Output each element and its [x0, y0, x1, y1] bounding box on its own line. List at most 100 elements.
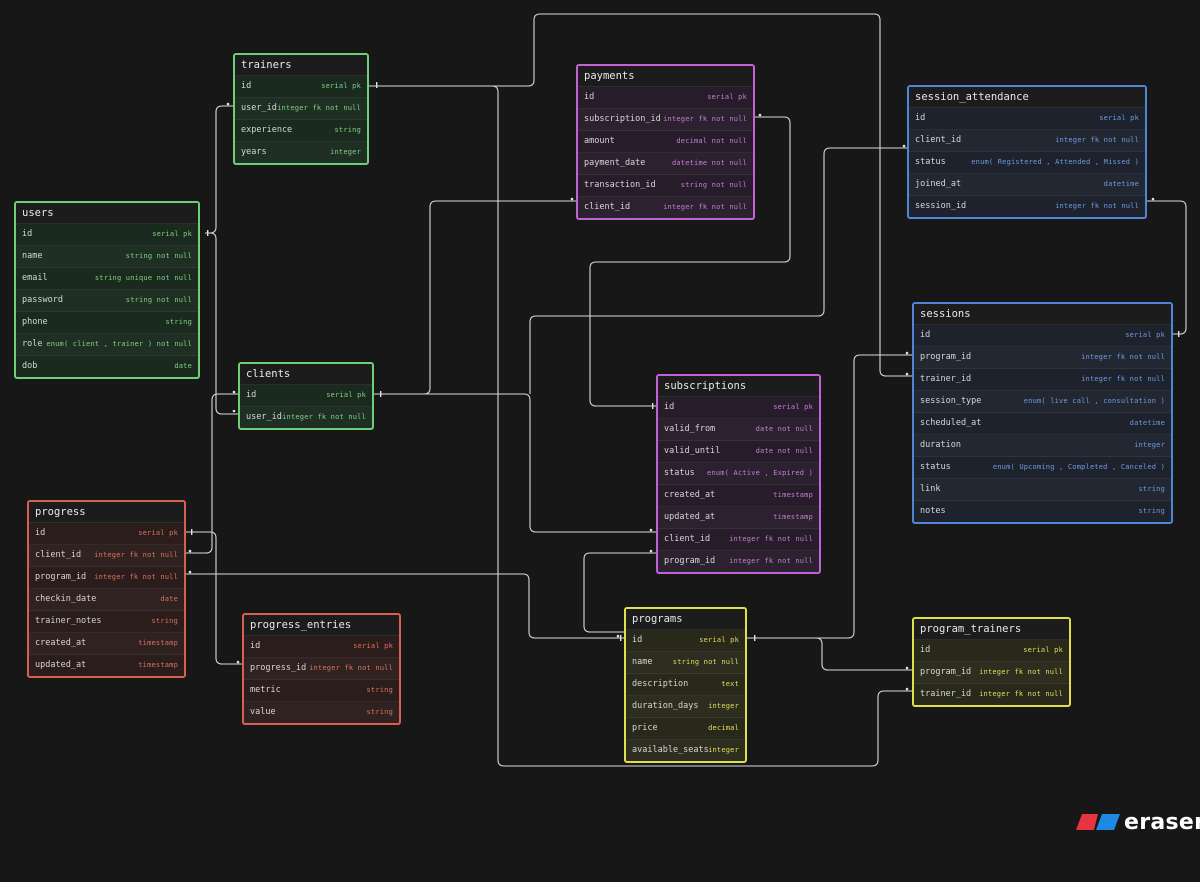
- entity-programs[interactable]: programs id serial pk name string not null…: [624, 607, 747, 763]
- field-type: enum( live call , consultation ): [1023, 397, 1165, 405]
- field-row[interactable]: updated_at timestamp: [29, 655, 184, 676]
- field-row[interactable]: id serial pk: [235, 76, 367, 98]
- field-row[interactable]: duration_days integer: [626, 696, 745, 718]
- field-row[interactable]: notes string: [914, 501, 1171, 522]
- field-row[interactable]: id serial pk: [240, 385, 372, 407]
- field-type: timestamp: [773, 513, 813, 521]
- entity-progress-entries[interactable]: progress_entries id serial pk progress_id…: [242, 613, 401, 725]
- field-name: subscription_id: [584, 114, 661, 124]
- field-type: integer fk not null: [663, 203, 747, 211]
- field-row[interactable]: name string not null: [16, 246, 198, 268]
- field-row[interactable]: email string unique not null: [16, 268, 198, 290]
- field-row[interactable]: status enum( Registered , Attended , Miss…: [909, 152, 1145, 174]
- entity-clients[interactable]: clients id serial pk user_id integer fk no…: [238, 362, 374, 430]
- field-row[interactable]: subscription_id integer fk not null: [578, 109, 753, 131]
- field-row[interactable]: years integer: [235, 142, 367, 163]
- field-row[interactable]: dob date: [16, 356, 198, 377]
- field-row[interactable]: metric string: [244, 680, 399, 702]
- field-row[interactable]: description text: [626, 674, 745, 696]
- field-name: duration_days: [632, 701, 699, 711]
- link-clients-payments: [373, 200, 576, 395]
- field-row[interactable]: updated_at timestamp: [658, 507, 819, 529]
- field-row[interactable]: trainer_notes string: [29, 611, 184, 633]
- field-type: integer fk not null: [1055, 202, 1139, 210]
- field-row[interactable]: name string not null: [626, 652, 745, 674]
- field-row[interactable]: client_id integer fk not null: [658, 529, 819, 551]
- field-name: user_id: [241, 103, 277, 113]
- brand-name: eraser: [1124, 809, 1200, 835]
- field-row[interactable]: client_id integer fk not null: [909, 130, 1145, 152]
- field-row[interactable]: id serial pk: [626, 630, 745, 652]
- field-row[interactable]: scheduled_at datetime: [914, 413, 1171, 435]
- field-row[interactable]: program_id integer fk not null: [658, 551, 819, 572]
- field-row[interactable]: progress_id integer fk not null: [244, 658, 399, 680]
- field-row[interactable]: status enum( Upcoming , Completed , Cance…: [914, 457, 1171, 479]
- field-name: status: [664, 468, 695, 478]
- entity-title: program_trainers: [914, 619, 1069, 640]
- field-name: role: [22, 339, 43, 349]
- link-users-trainers: [205, 105, 234, 234]
- field-row[interactable]: checkin_date date: [29, 589, 184, 611]
- field-row[interactable]: price decimal: [626, 718, 745, 740]
- field-row[interactable]: trainer_id integer fk not null: [914, 369, 1171, 391]
- field-type: serial pk: [1099, 114, 1139, 122]
- field-row[interactable]: created_at timestamp: [658, 485, 819, 507]
- field-row[interactable]: status enum( Active , Expired ): [658, 463, 819, 485]
- field-row[interactable]: amount decimal not null: [578, 131, 753, 153]
- field-row[interactable]: id serial pk: [658, 397, 819, 419]
- field-row[interactable]: trainer_id integer fk not null: [914, 684, 1069, 705]
- field-row[interactable]: value string: [244, 702, 399, 723]
- entity-progress[interactable]: progress id serial pk client_id integer fk…: [27, 500, 186, 678]
- field-type: enum( client , trainer ) not null: [46, 340, 192, 348]
- field-type: enum( Registered , Attended , Missed ): [971, 158, 1139, 166]
- entity-title: clients: [240, 364, 372, 385]
- field-row[interactable]: id serial pk: [578, 87, 753, 109]
- field-row[interactable]: transaction_id string not null: [578, 175, 753, 197]
- field-row[interactable]: client_id integer fk not null: [578, 197, 753, 218]
- field-row[interactable]: program_id integer fk not null: [914, 347, 1171, 369]
- field-type: integer fk not null: [663, 115, 747, 123]
- field-row[interactable]: client_id integer fk not null: [29, 545, 184, 567]
- field-type: integer fk not null: [1055, 136, 1139, 144]
- entity-subscriptions[interactable]: subscriptions id serial pk valid_from date…: [656, 374, 821, 574]
- entity-sessions[interactable]: sessions id serial pk program_id integer f…: [912, 302, 1173, 524]
- entity-session-attendance[interactable]: session_attendance id serial pk client_id…: [907, 85, 1147, 219]
- field-row[interactable]: id serial pk: [914, 325, 1171, 347]
- field-row[interactable]: id serial pk: [16, 224, 198, 246]
- field-row[interactable]: program_id integer fk not null: [29, 567, 184, 589]
- entity-trainers[interactable]: trainers id serial pk user_id integer fk n…: [233, 53, 369, 165]
- field-row[interactable]: joined_at datetime: [909, 174, 1145, 196]
- entity-payments[interactable]: payments id serial pk subscription_id inte…: [576, 64, 755, 220]
- field-row[interactable]: session_id integer fk not null: [909, 196, 1145, 217]
- field-name: progress_id: [250, 663, 307, 673]
- entity-program-trainers[interactable]: program_trainers id serial pk program_id i…: [912, 617, 1071, 707]
- field-type: string not null: [125, 296, 192, 304]
- field-row[interactable]: available_seats integer: [626, 740, 745, 761]
- eraser-brand[interactable]: eraser: [1076, 809, 1200, 835]
- link-progress-clients: [186, 393, 238, 554]
- field-type: enum( Upcoming , Completed , Canceled ): [992, 463, 1165, 471]
- field-row[interactable]: id serial pk: [914, 640, 1069, 662]
- field-row[interactable]: valid_until date not null: [658, 441, 819, 463]
- field-row[interactable]: role enum( client , trainer ) not null: [16, 334, 198, 356]
- field-row[interactable]: duration integer: [914, 435, 1171, 457]
- field-row[interactable]: id serial pk: [909, 108, 1145, 130]
- field-row[interactable]: experience string: [235, 120, 367, 142]
- field-row[interactable]: valid_from date not null: [658, 419, 819, 441]
- field-row[interactable]: session_type enum( live call , consultati…: [914, 391, 1171, 413]
- field-name: id: [920, 330, 931, 340]
- field-row[interactable]: payment_date datetime not null: [578, 153, 753, 175]
- field-row[interactable]: created_at timestamp: [29, 633, 184, 655]
- field-row[interactable]: program_id integer fk not null: [914, 662, 1069, 684]
- field-row[interactable]: password string not null: [16, 290, 198, 312]
- field-name: price: [632, 723, 658, 733]
- field-row[interactable]: user_id integer fk not null: [235, 98, 367, 120]
- field-row[interactable]: user_id integer fk not null: [240, 407, 372, 428]
- entity-users[interactable]: users id serial pk name string not null em…: [14, 201, 200, 379]
- field-name: id: [584, 92, 595, 102]
- field-type: date: [160, 595, 178, 603]
- field-row[interactable]: link string: [914, 479, 1171, 501]
- field-row[interactable]: id serial pk: [29, 523, 184, 545]
- field-row[interactable]: id serial pk: [244, 636, 399, 658]
- field-row[interactable]: phone string: [16, 312, 198, 334]
